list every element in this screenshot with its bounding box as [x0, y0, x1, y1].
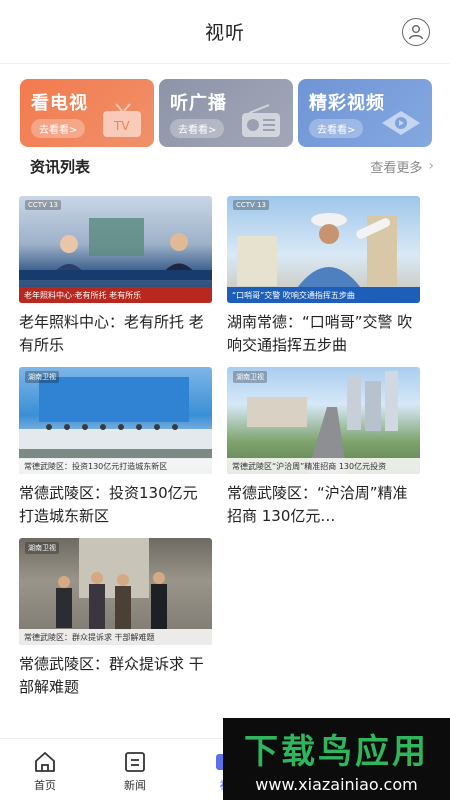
- news-thumbnail: 湖南卫视 常德武陵区：群众提诉求 干部解难题: [19, 538, 212, 645]
- chevron-right-icon: ›: [428, 158, 434, 174]
- news-thumbnail: 湖南卫视 常德武陵区：投资130亿元打造城东新区: [19, 367, 212, 474]
- thumbnail-caption: 常德武陵区：群众提诉求 干部解难题: [19, 629, 212, 645]
- news-title: 常德武陵区：投资130亿元打造城东新区: [19, 484, 198, 525]
- category-radio[interactable]: 听广播 去看看>: [159, 79, 293, 147]
- category-row: 看电视 去看看> TV 听广播 去看看> 精彩视频 去看看>: [20, 79, 432, 147]
- channel-logo: 湖南卫视: [25, 371, 59, 383]
- watermark-brand: 下载鸟应用: [244, 732, 429, 772]
- section-title: 资讯列表: [30, 157, 91, 176]
- top-bar: 视听: [0, 0, 450, 64]
- go-listen-button[interactable]: 去看看>: [170, 119, 225, 138]
- news-card[interactable]: 湖南卫视 常德武陵区：投资130亿元打造城东新区 常德武陵区：投资130亿元打造…: [19, 367, 212, 528]
- channel-logo: CCTV 13: [25, 200, 61, 210]
- tab-home[interactable]: 首页: [0, 739, 90, 800]
- watermark-overlay: 下载鸟应用 www.xiazainiao.com: [223, 718, 450, 800]
- see-more-label: 查看更多: [370, 160, 423, 176]
- go-view-button[interactable]: 去看看>: [309, 119, 364, 138]
- tab-label: 首页: [34, 779, 56, 792]
- svg-text:TV: TV: [113, 119, 130, 133]
- category-watch-tv[interactable]: 看电视 去看看> TV: [20, 79, 154, 147]
- thumbnail-caption: 老年照料中心·老有所托 老有所乐: [19, 287, 212, 303]
- channel-logo: CCTV 13: [233, 200, 269, 210]
- news-list-header: 资讯列表 查看更多 ›: [0, 152, 450, 180]
- tv-icon: TV: [103, 103, 141, 137]
- go-watch-button[interactable]: 去看看>: [31, 119, 86, 138]
- news-card[interactable]: 湖南卫视 常德武陵区：群众提诉求 干部解难题 常德武陵区：群众提诉求 干部解难题: [19, 538, 212, 699]
- home-icon: [35, 752, 55, 772]
- news-card[interactable]: CCTV 13 “口哨哥”交警 吹响交通指挥五步曲 湖南常德：“口哨哥”交警 吹…: [227, 196, 420, 357]
- category-featured-video[interactable]: 精彩视频 去看看>: [298, 79, 432, 147]
- news-title: 常德武陵区：“沪洽周”精准招商 130亿元…: [227, 484, 408, 525]
- channel-logo: 湖南卫视: [25, 542, 59, 554]
- user-icon: [408, 25, 424, 40]
- news-thumbnail: 湖南卫视 常德武陵区“沪洽周”精准招商 130亿元投资: [227, 367, 420, 474]
- news-title: 老年照料中心：老有所托 老有所乐: [19, 313, 204, 354]
- page-title: 视听: [204, 22, 245, 44]
- news-thumbnail: CCTV 13 老年照料中心·老有所托 老有所乐: [19, 196, 212, 303]
- radio-icon: [242, 104, 280, 137]
- thumbnail-caption: “口哨哥”交警 吹响交通指挥五步曲: [227, 287, 420, 303]
- news-title: 湖南常德：“口哨哥”交警 吹响交通指挥五步曲: [227, 313, 413, 354]
- watermark-url: www.xiazainiao.com: [255, 775, 418, 794]
- news-thumbnail: CCTV 13 “口哨哥”交警 吹响交通指挥五步曲: [227, 196, 420, 303]
- channel-logo: 湖南卫视: [233, 371, 267, 383]
- thumbnail-caption: 常德武陵区“沪洽周”精准招商 130亿元投资: [227, 458, 420, 474]
- user-profile-button[interactable]: [402, 18, 430, 46]
- thumbnail-caption: 常德武陵区：投资130亿元打造城东新区: [19, 458, 212, 474]
- news-card[interactable]: CCTV 13 老年照料中心·老有所托 老有所乐 老年照料中心：老有所托 老有所…: [19, 196, 212, 357]
- news-icon: [125, 752, 145, 772]
- tab-label: 新闻: [124, 779, 146, 792]
- tab-news[interactable]: 新闻: [90, 739, 180, 800]
- video-icon: [382, 111, 420, 135]
- see-more-link[interactable]: 查看更多 ›: [370, 157, 434, 176]
- news-title: 常德武陵区：群众提诉求 干部解难题: [19, 655, 204, 696]
- news-card[interactable]: 湖南卫视 常德武陵区“沪洽周”精准招商 130亿元投资 常德武陵区：“沪洽周”精…: [227, 367, 420, 528]
